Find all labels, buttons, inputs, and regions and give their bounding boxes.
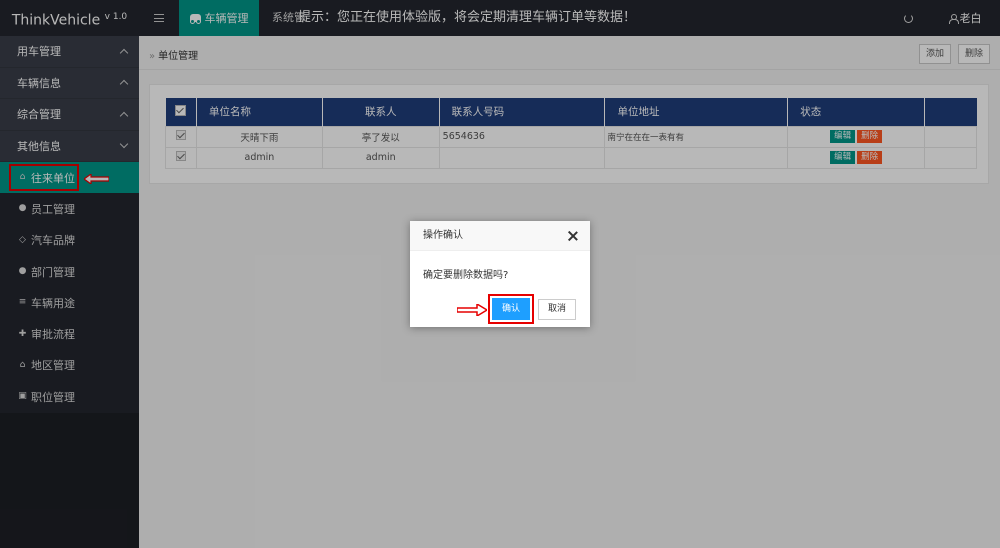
- dialog-title: 操作确认: [410, 221, 590, 251]
- close-icon[interactable]: [568, 231, 578, 241]
- confirm-button[interactable]: 确认: [492, 298, 530, 320]
- cancel-button[interactable]: 取消: [538, 299, 576, 320]
- annotation-arrow-right-icon: [457, 304, 487, 316]
- dialog-message: 确定要删除数据吗?: [423, 270, 509, 281]
